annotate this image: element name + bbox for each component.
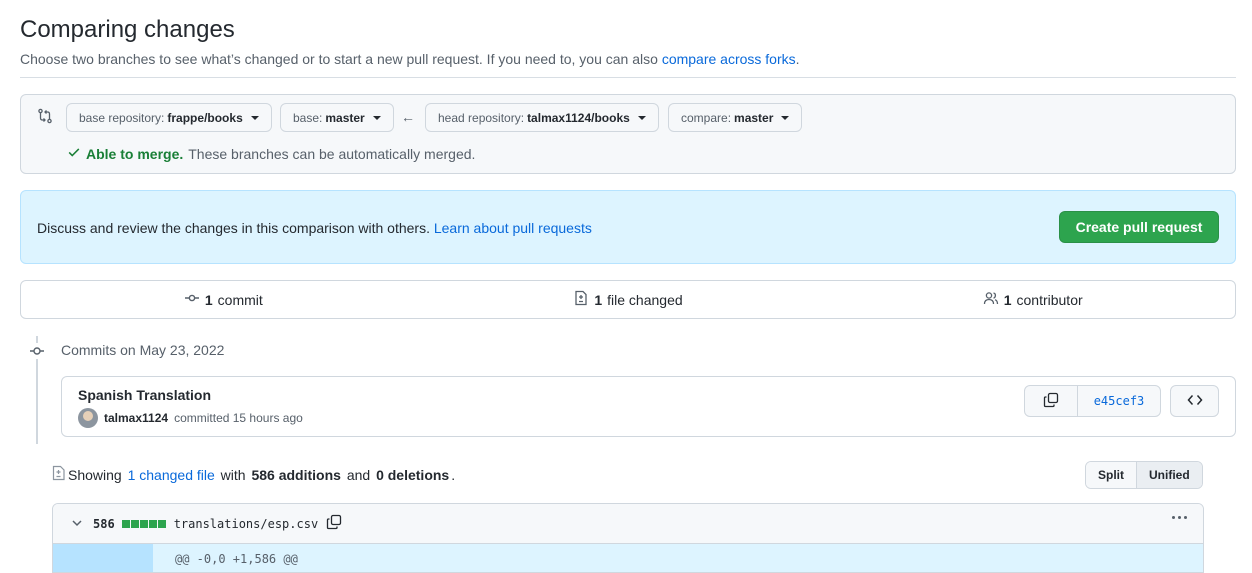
diffstat-bar — [121, 519, 166, 528]
file-header: 586 translations/esp.csv — [53, 504, 1203, 544]
commit-title-link[interactable]: Spanish Translation — [78, 387, 211, 403]
summary-files-changed[interactable]: 1 file changed — [426, 281, 831, 318]
caret-down-icon — [250, 115, 259, 120]
avatar[interactable] — [78, 408, 98, 428]
contributors-label: contributor — [1016, 291, 1083, 308]
caret-down-icon — [781, 115, 790, 120]
create-pull-request-button[interactable]: Create pull request — [1059, 211, 1219, 243]
banner-text: Discuss and review the changes in this c… — [37, 220, 592, 236]
changed-file-link[interactable]: 1 changed file — [128, 467, 215, 483]
diff-showing: Showing — [68, 466, 126, 483]
commits-date-heading: Commits on May 23, 2022 — [61, 342, 225, 358]
diff-with: with — [216, 466, 250, 483]
copy-icon — [1043, 392, 1059, 411]
files-label: file changed — [607, 291, 683, 308]
arrow-left-icon: ← — [401, 109, 415, 125]
additions-count: 586 additions — [251, 466, 341, 483]
unified-view-button[interactable]: Unified — [1136, 462, 1202, 488]
file-diff-small-icon — [52, 465, 66, 484]
commit-meta: talmax1124 committed 15 hours ago — [78, 408, 303, 428]
hunk-header-row: @@ -0,0 +1,586 @@ — [53, 544, 1203, 572]
base-branch-prefix: base: — [293, 110, 323, 125]
commit-time: committed 15 hours ago — [174, 411, 303, 425]
people-icon — [983, 290, 999, 309]
deletions-count: 0 deletions — [376, 466, 450, 483]
compare-branch-select[interactable]: compare: master — [668, 103, 803, 132]
pull-request-banner: Discuss and review the changes in this c… — [20, 190, 1236, 264]
hunk-header: @@ -0,0 +1,586 @@ — [153, 544, 1203, 572]
git-compare-icon — [37, 108, 53, 127]
caret-down-icon — [372, 115, 381, 120]
file-path-link[interactable]: translations/esp.csv — [174, 517, 319, 531]
summary-commits[interactable]: 1 commit — [21, 281, 426, 318]
page-title: Comparing changes — [20, 16, 235, 43]
file-diff-icon — [573, 290, 589, 309]
hunk-expand-gutter[interactable] — [53, 544, 153, 572]
compare-across-forks-link[interactable]: compare across forks — [662, 51, 796, 67]
diff-summary: Showing 1 changed file with 586 addition… — [52, 465, 455, 484]
copy-sha-button[interactable] — [1025, 386, 1078, 416]
commit-item: Spanish Translation talmax1124 committed… — [61, 376, 1236, 437]
range-editor: base repository: frappe/books base: mast… — [20, 94, 1236, 174]
base-repository-select[interactable]: base repository: frappe/books — [66, 103, 272, 132]
commit-author-link[interactable]: talmax1124 — [104, 411, 168, 425]
caret-down-icon — [637, 115, 646, 120]
page-subtitle: Choose two branches to see what’s change… — [20, 51, 800, 67]
code-icon — [1186, 392, 1203, 411]
browse-repository-button[interactable] — [1170, 385, 1219, 417]
comparison-summary: 1 commit 1 file changed 1 contributor — [20, 280, 1236, 319]
merge-message: These branches can be automatically merg… — [188, 145, 476, 162]
kebab-menu-icon[interactable] — [1172, 516, 1187, 519]
base-repository-value: frappe/books — [167, 110, 243, 125]
file-change-count: 586 — [93, 516, 115, 531]
divider — [20, 77, 1236, 78]
commits-label: commit — [217, 291, 263, 308]
head-repository-value: talmax1124/books — [527, 110, 630, 125]
merge-ok-label: Able to merge. — [86, 145, 184, 162]
subtitle-end: . — [795, 51, 800, 67]
compare-branch-value: master — [734, 110, 774, 125]
copy-icon[interactable] — [326, 514, 342, 533]
file-diff: 586 translations/esp.csv @@ -0,0 +1,586 … — [52, 503, 1204, 573]
commit-icon — [184, 290, 200, 309]
diff-view-toggle: Split Unified — [1085, 461, 1203, 489]
summary-contributors[interactable]: 1 contributor — [830, 281, 1235, 318]
head-repository-prefix: head repository: — [438, 110, 525, 125]
learn-pull-requests-link[interactable]: Learn about pull requests — [434, 220, 592, 236]
diff-period: . — [451, 466, 456, 483]
files-count: 1 — [594, 291, 603, 308]
base-repository-prefix: base repository: — [79, 110, 165, 125]
head-repository-select[interactable]: head repository: talmax1124/books — [425, 103, 659, 132]
commit-sha-link[interactable]: e45cef3 — [1078, 386, 1160, 416]
contributors-count: 1 — [1003, 291, 1012, 308]
split-view-button[interactable]: Split — [1086, 462, 1136, 488]
compare-branch-prefix: compare: — [681, 110, 732, 125]
commits-count: 1 — [204, 291, 213, 308]
chevron-down-icon[interactable] — [71, 516, 83, 532]
base-branch-select[interactable]: base: master — [280, 103, 394, 132]
timeline-commit-icon — [29, 343, 45, 359]
check-icon — [67, 145, 81, 162]
base-branch-value: master — [325, 110, 365, 125]
subtitle-text: Choose two branches to see what’s change… — [20, 51, 662, 67]
commit-sha-group: e45cef3 — [1024, 385, 1161, 417]
diff-and: and — [342, 466, 375, 483]
merge-status: Able to merge. These branches can be aut… — [67, 145, 475, 162]
banner-message: Discuss and review the changes in this c… — [37, 220, 434, 236]
